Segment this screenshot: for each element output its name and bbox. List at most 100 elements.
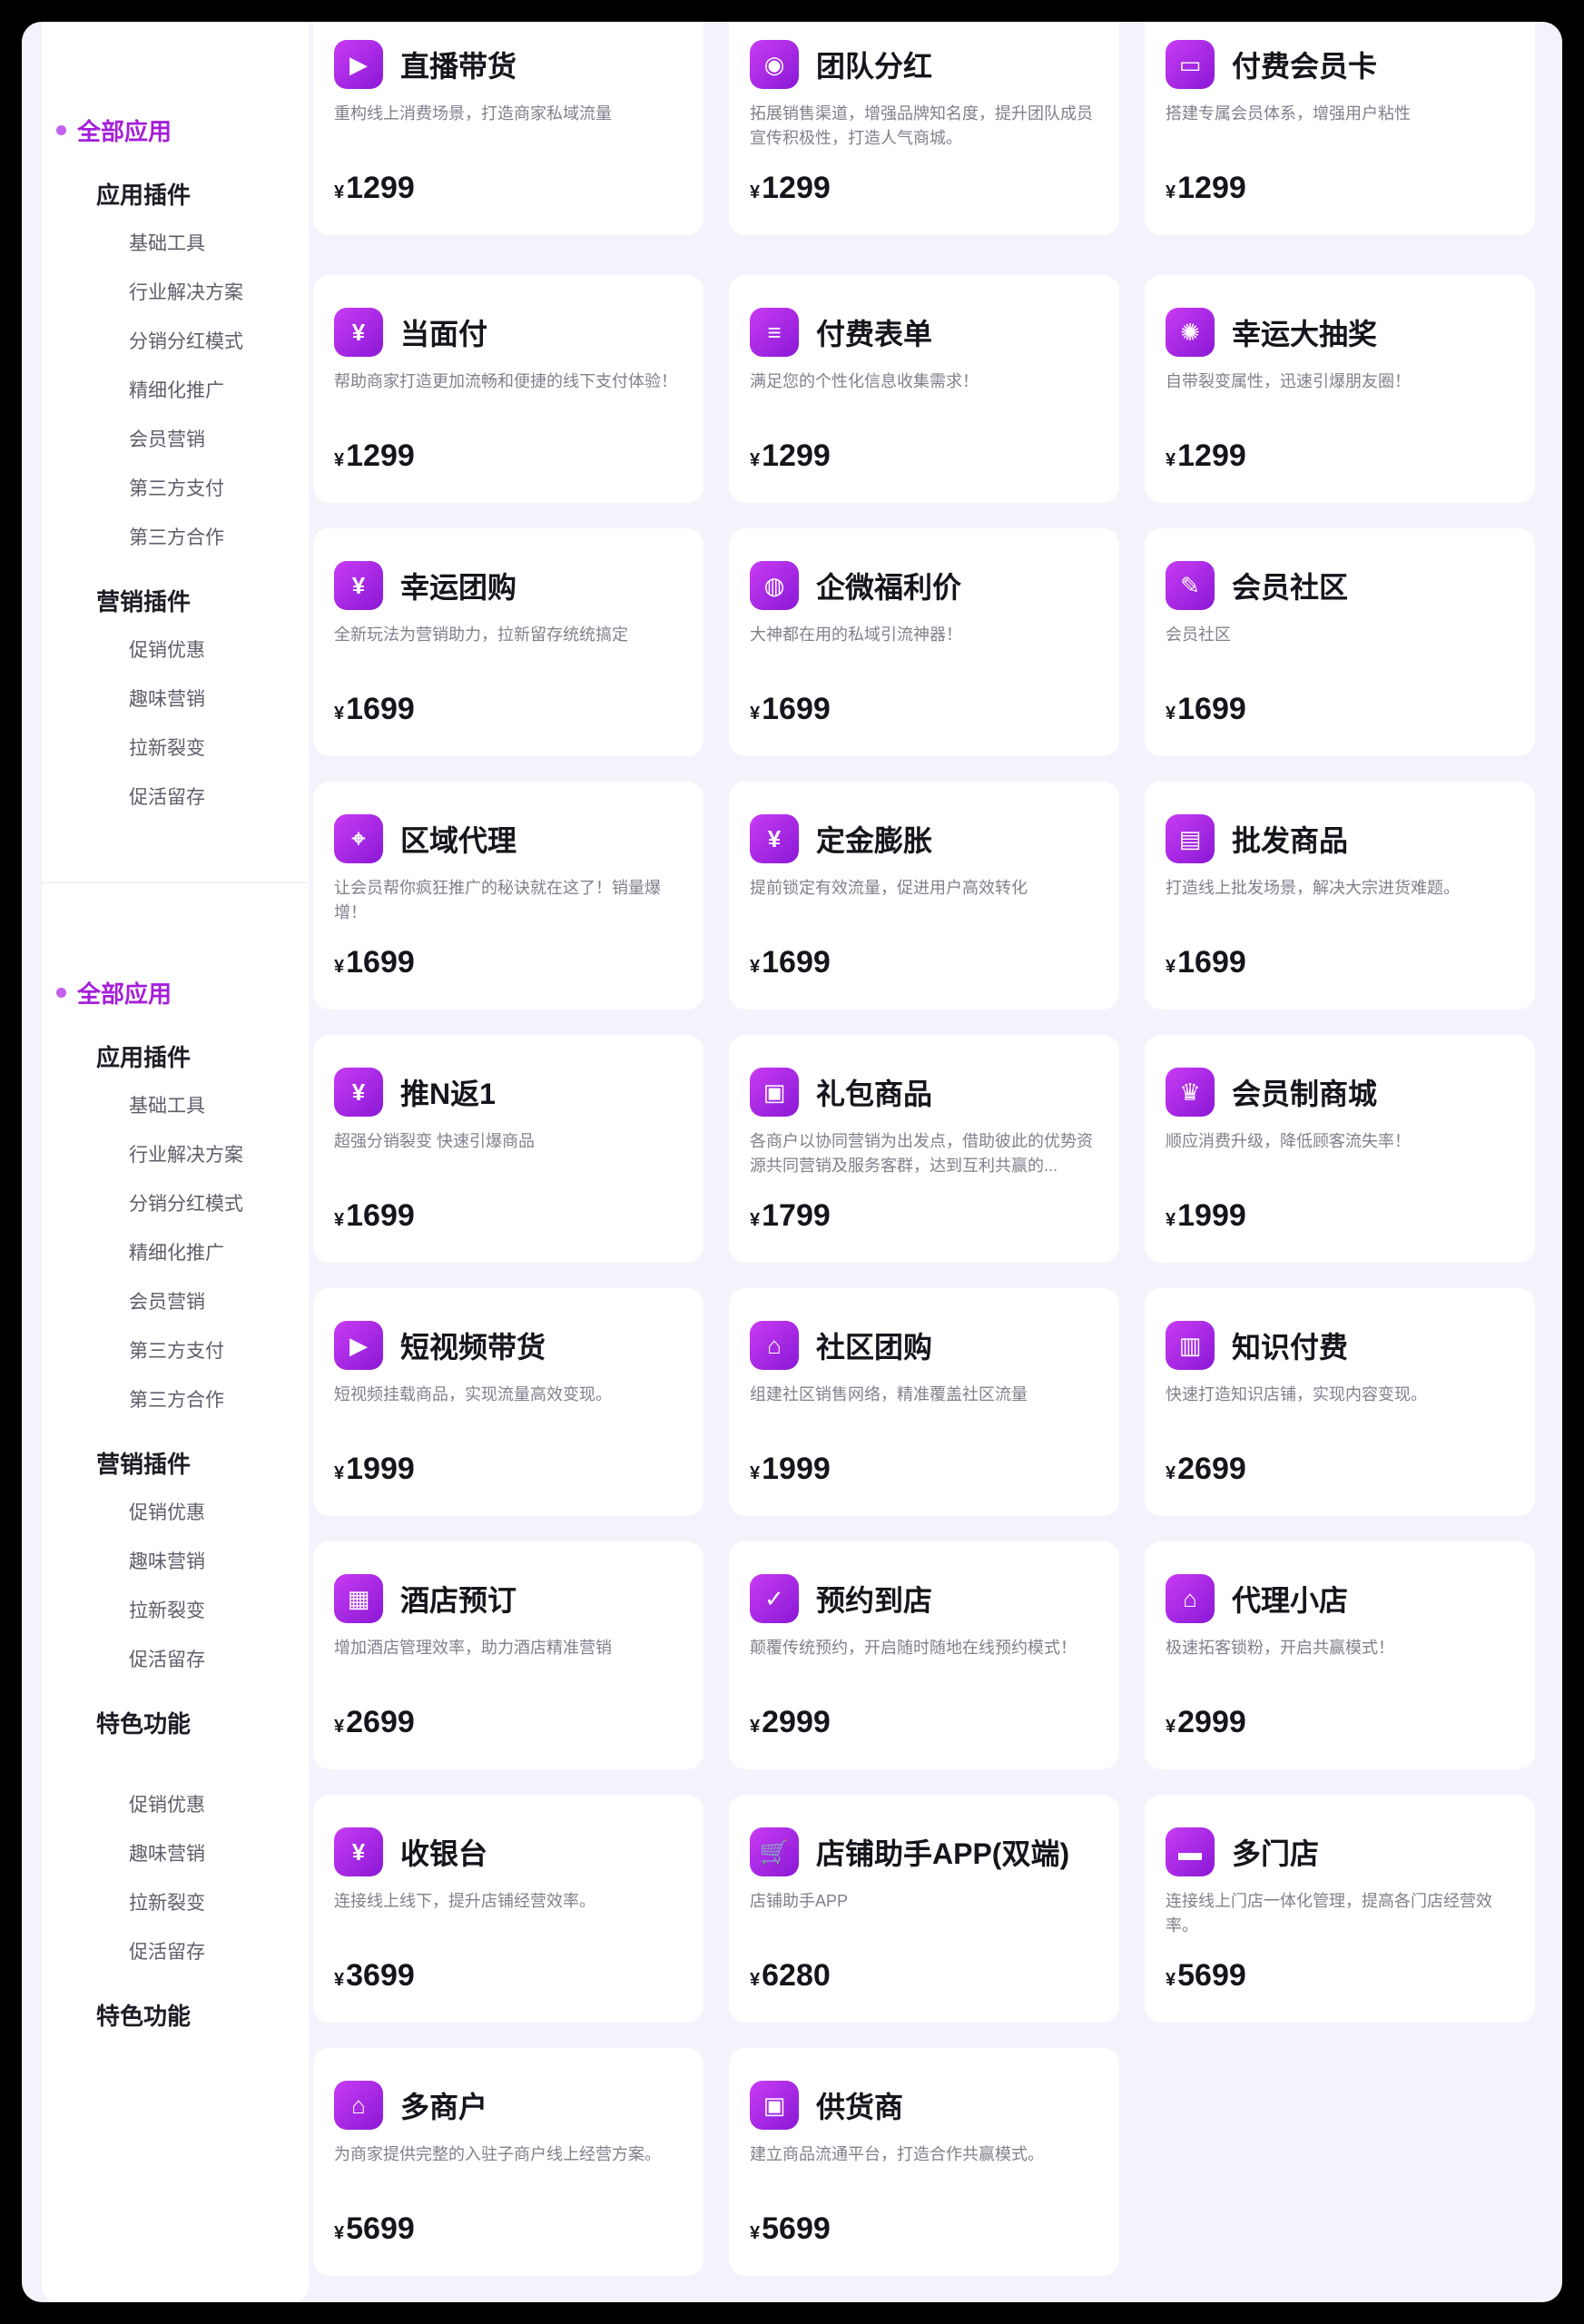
plugin-card[interactable]: ✺ 幸运大抽奖 自带裂变属性，迅速引爆朋友圈！ ¥1299 (1145, 275, 1535, 503)
plugin-card[interactable]: ▶ 短视频带货 短视频挂载商品，实现流量高效变现。 ¥1999 (313, 1288, 703, 1516)
sidebar-group-title[interactable]: 应用插件 (42, 171, 309, 220)
sidebar-group-title[interactable]: 特色功能 (42, 1699, 309, 1748)
sidebar-item[interactable]: 趣味营销 (42, 1830, 309, 1879)
sidebar-item[interactable]: 分销分红模式 (42, 1180, 309, 1229)
sidebar-item[interactable]: 第三方合作 (42, 1376, 309, 1425)
sidebar-item[interactable]: 会员营销 (42, 416, 309, 465)
plugin-price: ¥1299 (334, 171, 415, 206)
sidebar-all-apps[interactable]: 全部应用 (42, 966, 309, 1019)
sidebar-item[interactable]: 分销分红模式 (42, 318, 309, 367)
plugin-title: 推N返1 (400, 1078, 496, 1110)
plugin-price: ¥1999 (750, 1452, 831, 1487)
sidebar-block: 全部应用应用插件 基础工具 行业解决方案 分销分红模式 精细化推广 会员营销 第三方支付 第三… (42, 22, 309, 883)
sidebar-group-title[interactable]: 特色功能 (42, 1992, 309, 2041)
plugin-price: ¥1699 (334, 692, 415, 727)
plugin-card[interactable]: ◉ 团队分红 拓展销售渠道，增强品牌知名度，提升团队成员宣传积极性，打造人气商城。 ¥… (729, 22, 1119, 235)
sidebar-all-apps-label: 全部应用 (77, 117, 172, 145)
currency-symbol: ¥ (750, 1717, 761, 1737)
plugin-card[interactable]: ¥ 定金膨胀 提前锁定有效流量，促进用户高效转化 ¥1699 (729, 782, 1119, 1009)
sidebar-item[interactable]: 趣味营销 (42, 675, 309, 724)
sidebar-item[interactable]: 促活留存 (42, 1928, 309, 1977)
plugin-title: 收银台 (400, 1837, 488, 1870)
gift-icon: ▣ (750, 1068, 799, 1117)
sidebar-item[interactable]: 第三方支付 (42, 465, 309, 514)
sidebar-item[interactable]: 精细化推广 (42, 1229, 309, 1278)
currency-symbol: ¥ (1166, 1717, 1176, 1737)
plugin-card[interactable]: ¥ 收银台 连接线上线下，提升店铺经营效率。 ¥3699 (313, 1795, 703, 2023)
sidebar-group-title[interactable]: 营销插件 (42, 1440, 309, 1489)
plugin-card[interactable]: ▤ 批发商品 打造线上批发场景，解决大宗进货难题。 ¥1699 (1145, 782, 1535, 1009)
plugin-title: 店铺助手APP(双端) (816, 1837, 1070, 1870)
sidebar-block: 全部应用应用插件 基础工具 行业解决方案 分销分红模式 精细化推广 会员营销 第三方支付 第三… (42, 884, 309, 2302)
sidebar-item[interactable]: 基础工具 (42, 220, 309, 269)
plugin-title: 付费会员卡 (1232, 50, 1378, 83)
sidebar-item[interactable]: 第三方合作 (42, 514, 309, 563)
sidebar-all-apps[interactable]: 全部应用 (42, 103, 309, 156)
plugin-card[interactable]: ◍ 企微福利价 大神都在用的私域引流神器！ ¥1699 (729, 528, 1119, 756)
plugin-card[interactable]: ▣ 礼包商品 各商户以协同营销为出发点，借助彼此的优势资源共同营销及服务客群，达到互… (729, 1035, 1119, 1263)
sidebar-item[interactable]: 拉新裂变 (42, 1879, 309, 1928)
plugin-title: 幸运大抽奖 (1232, 318, 1378, 350)
team-dividend-icon: ◉ (750, 40, 799, 89)
plugin-card[interactable]: ▬ 多门店 连接线上门店一体化管理，提高各门店经营效率。 ¥5699 (1145, 1795, 1535, 2023)
sidebar-item[interactable]: 促销优惠 (42, 626, 309, 675)
lucky-wheel-icon: ✺ (1166, 308, 1215, 357)
plugin-card[interactable]: ⌖ 区域代理 让会员帮你疯狂推广的秘诀就在这了！销量爆增！ ¥1699 (313, 782, 703, 1009)
currency-symbol: ¥ (750, 1210, 761, 1230)
plugin-card[interactable]: ▦ 酒店预订 增加酒店管理效率，助力酒店精准营销 ¥2699 (313, 1541, 703, 1769)
sidebar-group: 特色功能 (42, 1699, 309, 1748)
plugin-card[interactable]: ≡ 付费表单 满足您的个性化信息收集需求！ ¥1299 (729, 275, 1119, 503)
price-value: 1699 (346, 692, 415, 726)
sidebar-group-title[interactable]: 应用插件 (42, 1033, 309, 1082)
plugin-title: 企微福利价 (816, 571, 962, 604)
sidebar-group: 应用插件 基础工具 行业解决方案 分销分红模式 精细化推广 会员营销 第三方支付 第三方合作 (42, 171, 309, 563)
cashier-icon: ¥ (334, 1827, 383, 1876)
plugin-price: ¥1299 (1166, 438, 1246, 474)
currency-symbol: ¥ (334, 1210, 345, 1230)
currency-symbol: ¥ (334, 704, 345, 724)
plugin-title: 酒店预订 (400, 1584, 517, 1617)
active-dot-icon (56, 987, 66, 998)
plugin-card[interactable]: 🛒 店铺助手APP(双端) 店铺助手APP ¥6280 (729, 1795, 1119, 2023)
sidebar-item[interactable]: 行业解决方案 (42, 269, 309, 318)
plugin-card[interactable]: ▣ 供货商 建立商品流通平台，打造合作共赢模式。 ¥5699 (729, 2048, 1119, 2276)
plugin-card[interactable]: ✎ 会员社区 会员社区 ¥1699 (1145, 528, 1535, 756)
calendar-check-icon: ✓ (750, 1574, 799, 1623)
sidebar-item[interactable]: 趣味营销 (42, 1538, 309, 1587)
plugin-card[interactable]: ✓ 预约到店 颠覆传统预约，开启随时随地在线预约模式！ ¥2999 (729, 1541, 1119, 1769)
plugin-price: ¥1699 (750, 692, 831, 727)
currency-symbol: ¥ (334, 450, 345, 470)
sidebar-item[interactable]: 行业解决方案 (42, 1131, 309, 1180)
plugin-price: ¥1999 (1166, 1198, 1246, 1234)
plugin-title: 礼包商品 (816, 1078, 933, 1110)
sidebar-item[interactable]: 精细化推广 (42, 367, 309, 416)
sidebar-item[interactable]: 拉新裂变 (42, 1587, 309, 1636)
plugin-card[interactable]: ⌂ 社区团购 组建社区销售网络，精准覆盖社区流量 ¥1999 (729, 1288, 1119, 1516)
sidebar-item[interactable]: 会员营销 (42, 1278, 309, 1327)
price-value: 1799 (762, 1198, 831, 1233)
plugin-card[interactable]: ¥ 幸运团购 全新玩法为营销助力，拉新留存统统搞定 ¥1699 (313, 528, 703, 756)
community-edit-icon: ✎ (1166, 561, 1215, 610)
sidebar-item[interactable]: 促销优惠 (42, 1781, 309, 1830)
knowledge-icon: ▥ (1166, 1321, 1215, 1370)
plugin-price: ¥1699 (1166, 945, 1246, 980)
sidebar-item[interactable]: 第三方支付 (42, 1327, 309, 1376)
sidebar-item[interactable]: 促活留存 (42, 1636, 309, 1685)
plugin-card[interactable]: ⌂ 代理小店 极速拓客锁粉，开启共赢模式！ ¥2999 (1145, 1541, 1535, 1769)
plugin-card[interactable]: ¥ 推N返1 超强分销裂变 快速引爆商品 ¥1699 (313, 1035, 703, 1263)
sidebar-group-title[interactable]: 营销插件 (42, 577, 309, 626)
plugin-description: 打造线上批发场景，解决大宗进货难题。 (1166, 879, 1460, 897)
sidebar-item[interactable]: 促销优惠 (42, 1489, 309, 1538)
plugin-card[interactable]: ▥ 知识付费 快速打造知识店铺，实现内容变现。 ¥2699 (1145, 1288, 1535, 1516)
plugin-card[interactable]: ▶ 直播带货 重构线上消费场景，打造商家私域流量 ¥1299 (313, 22, 703, 235)
plugin-description: 会员社区 (1166, 625, 1231, 644)
sidebar-item[interactable]: 促活留存 (42, 773, 309, 822)
plugin-price: ¥2999 (750, 1705, 831, 1740)
sidebar-item[interactable]: 拉新裂变 (42, 724, 309, 773)
plugin-card[interactable]: ▭ 付费会员卡 搭建专属会员体系，增强用户粘性 ¥1299 (1145, 22, 1535, 235)
plugin-card[interactable]: ⌂ 多商户 为商家提供完整的入驻子商户线上经营方案。 ¥5699 (313, 2048, 703, 2276)
plugin-card[interactable]: ♛ 会员制商城 顺应消费升级，降低顾客流失率！ ¥1999 (1145, 1035, 1535, 1263)
sidebar-item[interactable]: 基础工具 (42, 1082, 309, 1131)
plugin-card[interactable]: ¥ 当面付 帮助商家打造更加流畅和便捷的线下支付体验！ ¥1299 (313, 275, 703, 503)
currency-symbol: ¥ (1166, 1970, 1176, 1990)
